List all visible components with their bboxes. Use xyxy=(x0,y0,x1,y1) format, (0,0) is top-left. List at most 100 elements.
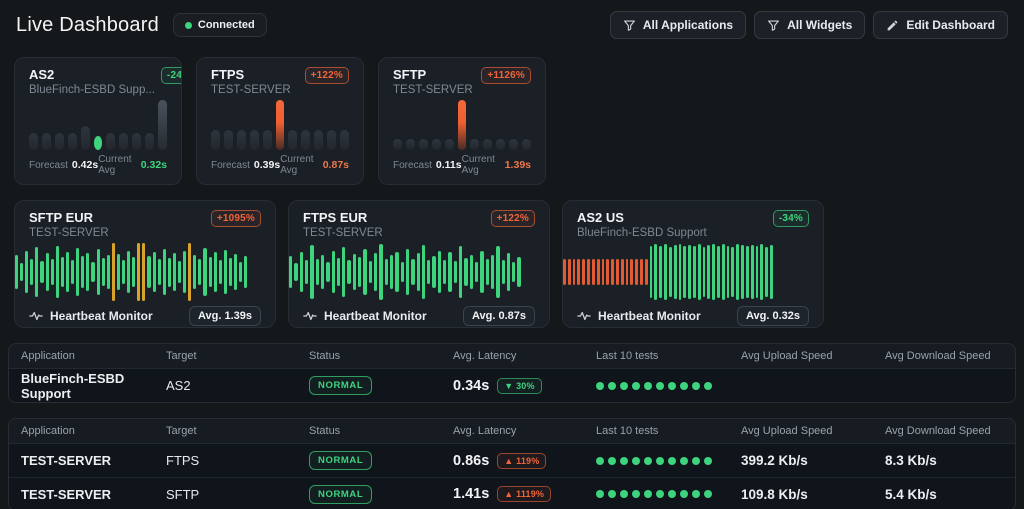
col-status: Status xyxy=(309,350,341,362)
connected-dot-icon xyxy=(184,21,192,29)
widget-title: SFTP EUR xyxy=(29,210,94,225)
avg-latency-badge: Avg. 1.39s xyxy=(188,306,261,326)
forecast-value: 0.11s xyxy=(435,159,462,171)
all-widgets-label: All Widgets xyxy=(787,18,853,32)
last-tests-dots xyxy=(596,490,741,498)
col-avg-download: Avg Download Speed xyxy=(885,350,991,362)
application-cell: TEST-SERVER xyxy=(21,486,112,502)
widget-subtitle: BlueFinch-ESBD Support xyxy=(577,227,707,239)
percent-change-badge: -34% xyxy=(772,210,809,227)
all-applications-button[interactable]: All Applications xyxy=(609,11,747,39)
status-badge: NORMAL xyxy=(309,451,373,470)
table-header: Application Target Status Avg. Latency L… xyxy=(9,344,1015,369)
widget-ftps-eur-heartbeat[interactable]: FTPS EUR TEST-SERVER +122% Heartbeat Mon… xyxy=(288,200,550,328)
widget-as2-forecast[interactable]: AS2 BlueFinch-ESBD Supp... -24% Forecast… xyxy=(14,57,182,185)
widget-as2-us-heartbeat[interactable]: AS2 US BlueFinch-ESBD Support -34% Heart… xyxy=(562,200,824,328)
widget-subtitle: TEST-SERVER xyxy=(29,227,109,239)
status-badge: NORMAL xyxy=(309,376,373,395)
col-application: Application xyxy=(21,425,75,437)
latency-delta-badge: ▼ 30% xyxy=(497,377,542,394)
target-cell: AS2 xyxy=(166,378,191,393)
download-speed-cell: 5.4 Kb/s xyxy=(885,486,937,502)
forecast-label: Forecast xyxy=(29,159,68,171)
widget-title: SFTP xyxy=(393,67,427,82)
latency-cell: 0.86s ▲ 119% xyxy=(453,452,596,469)
top-bar: Live Dashboard Connected All Application… xyxy=(0,0,1024,50)
forecast-value: 0.39s xyxy=(253,159,281,171)
heartbeat-waveform xyxy=(563,243,773,301)
current-avg-value: 1.39s xyxy=(504,159,531,171)
forecast-value: 0.42s xyxy=(71,159,99,171)
forecast-bar-chart xyxy=(29,100,167,150)
edit-dashboard-button[interactable]: Edit Dashboard xyxy=(873,11,1008,39)
current-avg-value: 0.32s xyxy=(140,159,167,171)
page-title: Live Dashboard xyxy=(16,13,159,36)
avg-latency-badge: Avg. 0.87s xyxy=(462,306,535,326)
latency-delta-badge: ▲ 119% xyxy=(497,452,547,469)
widget-subtitle: TEST-SERVER xyxy=(393,84,473,96)
current-avg-label: Current Avg xyxy=(461,154,495,176)
forecast-stats: Forecast 0.42s Current Avg 0.32s xyxy=(29,154,167,176)
forecast-cards-row: AS2 BlueFinch-ESBD Supp... -24% Forecast… xyxy=(0,57,1024,185)
target-cell: SFTP xyxy=(166,486,200,502)
widget-footer: Heartbeat Monitor Avg. 1.39s xyxy=(29,306,261,326)
heartbeat-cards-row: SFTP EUR TEST-SERVER +1095% Heartbeat Mo… xyxy=(0,200,1024,328)
avg-latency-badge: Avg. 0.32s xyxy=(736,306,809,326)
upload-speed-cell: 399.2 Kb/s xyxy=(741,453,808,468)
latency-value: 0.34s xyxy=(453,377,490,394)
table-row: TEST-SERVER SFTP NORMAL 1.41s ▲ 1119% 10… xyxy=(9,477,1015,509)
widget-type-label: Heartbeat Monitor xyxy=(50,309,153,323)
widget-subtitle: TEST-SERVER xyxy=(211,84,291,96)
latency-value: 1.41s xyxy=(453,486,490,502)
percent-change-badge: +122% xyxy=(490,210,535,227)
widget-type-label: Current Vs. Forecast xyxy=(48,184,166,185)
all-widgets-button[interactable]: All Widgets xyxy=(754,11,866,39)
widget-title: AS2 xyxy=(29,67,55,82)
widget-sftp-eur-heartbeat[interactable]: SFTP EUR TEST-SERVER +1095% Heartbeat Mo… xyxy=(14,200,276,328)
col-last-10-tests: Last 10 tests xyxy=(596,425,659,437)
forecast-label: Forecast xyxy=(211,159,250,171)
widget-sftp-forecast[interactable]: SFTP TEST-SERVER +1126% Forecast 0.11s Cu… xyxy=(378,57,546,185)
heartbeat-icon xyxy=(303,311,317,321)
target-cell: FTPS xyxy=(166,453,200,468)
widget-title: AS2 US xyxy=(577,210,624,225)
all-applications-label: All Applications xyxy=(642,18,734,32)
widget-title: FTPS EUR xyxy=(303,210,368,225)
percent-change-badge: +1095% xyxy=(210,210,261,227)
toolbar: All Applications All Widgets Edit Dashbo… xyxy=(609,11,1008,39)
percent-change-badge: +122% xyxy=(304,67,349,84)
col-avg-upload: Avg Upload Speed xyxy=(741,425,833,437)
status-table-bluefinch: Application Target Status Avg. Latency L… xyxy=(8,343,1016,403)
pencil-icon xyxy=(887,20,898,30)
forecast-bar-chart xyxy=(211,100,349,150)
last-tests-dots xyxy=(596,456,741,465)
col-avg-latency: Avg. Latency xyxy=(453,425,517,437)
col-application: Application xyxy=(21,350,75,362)
status-table-test-server: Application Target Status Avg. Latency L… xyxy=(8,418,1016,509)
col-target: Target xyxy=(166,425,197,437)
forecast-bar-chart xyxy=(393,100,531,150)
table-header: Application Target Status Avg. Latency L… xyxy=(9,419,1015,444)
widget-type-label: Heartbeat Monitor xyxy=(598,309,701,323)
widget-title: FTPS xyxy=(211,67,245,82)
widget-footer: Heartbeat Monitor Avg. 0.32s xyxy=(577,306,809,326)
application-cell: BlueFinch-ESBD Support xyxy=(21,370,125,401)
application-cell: TEST-SERVER xyxy=(21,453,112,468)
heartbeat-waveform xyxy=(15,243,248,301)
table-row: BlueFinch-ESBD Support AS2 NORMAL 0.34s … xyxy=(9,369,1015,402)
latency-cell: 1.41s ▲ 1119% xyxy=(453,486,596,502)
col-avg-download: Avg Download Speed xyxy=(885,425,991,437)
percent-change-badge: -24% xyxy=(160,67,181,84)
filter-icon xyxy=(623,19,635,31)
connection-status-label: Connected xyxy=(197,19,255,31)
widget-type-label: Current Vs. Forecast xyxy=(230,184,348,185)
widget-type-label: Heartbeat Monitor xyxy=(324,309,427,323)
percent-change-badge: +1126% xyxy=(481,67,531,84)
forecast-label: Forecast xyxy=(393,159,432,171)
widget-footer: Current Vs. Forecast xyxy=(211,184,349,185)
widget-type-label: Current Vs. Forecast xyxy=(412,184,530,185)
col-avg-latency: Avg. Latency xyxy=(453,350,517,362)
last-tests-dots xyxy=(596,381,741,390)
widget-ftps-forecast[interactable]: FTPS TEST-SERVER +122% Forecast 0.39s Cur… xyxy=(196,57,364,185)
col-avg-upload: Avg Upload Speed xyxy=(741,350,833,362)
